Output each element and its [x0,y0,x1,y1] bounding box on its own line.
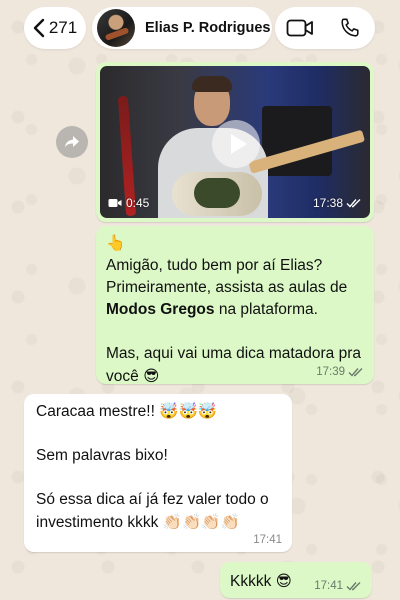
message-bubble-incoming[interactable]: Caracaa mestre!! 🤯🤯🤯 Sem palavras bixo! … [24,394,292,552]
double-check-icon [346,582,361,591]
video-thumbnail[interactable]: 0:45 17:38 [100,66,370,218]
avatar [97,9,135,47]
video-duration-text: 0:45 [126,196,150,210]
contact-name: Elias P. Rodrigues [145,20,271,36]
back-button[interactable]: 271 [24,7,86,49]
video-timestamp: 17:38 [313,196,362,210]
exploding-head-emoji: 🤯🤯🤯 [159,402,218,420]
double-check-icon [348,368,363,377]
message-time: 17:41 [314,580,343,592]
message-text: 👆 Amigão, tudo bem por aí Elias? Primeir… [106,232,364,388]
message-line: Caracaa mestre!! [36,403,155,420]
pointing-up-emoji: 👆 [106,234,126,252]
video-call-button[interactable] [280,8,320,48]
play-button[interactable] [212,120,260,168]
contact-info-button[interactable]: Elias P. Rodrigues [92,7,272,49]
video-camera-icon [108,199,122,207]
video-person-hair [192,76,232,92]
message-bold-text: Modos Gregos [106,301,215,318]
sunglasses-emoji: 😎 [275,572,292,590]
video-time-text: 17:38 [312,196,343,210]
sunglasses-emoji: 😎 [143,367,160,385]
play-icon [230,134,247,154]
unread-count: 271 [48,18,78,37]
message-time: 17:41 [253,534,282,546]
clapping-hands-emoji: 👏🏻👏🏻👏🏻👏🏻 [162,513,240,531]
phone-icon [341,18,359,37]
message-meta: 17:41 [253,534,282,546]
message-bubble-outgoing[interactable]: Kkkkk 😎 17:41 [220,562,372,598]
forward-button[interactable] [56,126,88,158]
message-text: Caracaa mestre!! 🤯🤯🤯 Sem palavras bixo! … [36,400,280,534]
message-line-end: na plataforma. [214,301,318,318]
chevron-left-icon [33,18,45,38]
chat-header: 271 Elias P. Rodrigues [0,0,400,56]
call-actions [275,7,375,49]
forward-arrow-icon [65,136,79,148]
message-line: Amigão, tudo bem por aí Elias? Primeiram… [106,257,348,296]
double-check-icon [346,199,361,208]
video-bass-pickguard [194,178,240,208]
message-meta: 17:39 [316,366,364,378]
video-message: 0:45 17:38 [96,62,374,222]
voice-call-button[interactable] [330,8,370,48]
message-meta: 17:41 [314,580,362,592]
message-line: Kkkkk [230,573,272,590]
message-time: 17:39 [316,366,345,378]
video-duration: 0:45 [108,196,149,210]
video-camera-icon [286,19,313,37]
message-line: Sem palavras bixo! [36,447,168,464]
message-bubble-outgoing[interactable]: 👆 Amigão, tudo bem por aí Elias? Primeir… [96,226,374,385]
